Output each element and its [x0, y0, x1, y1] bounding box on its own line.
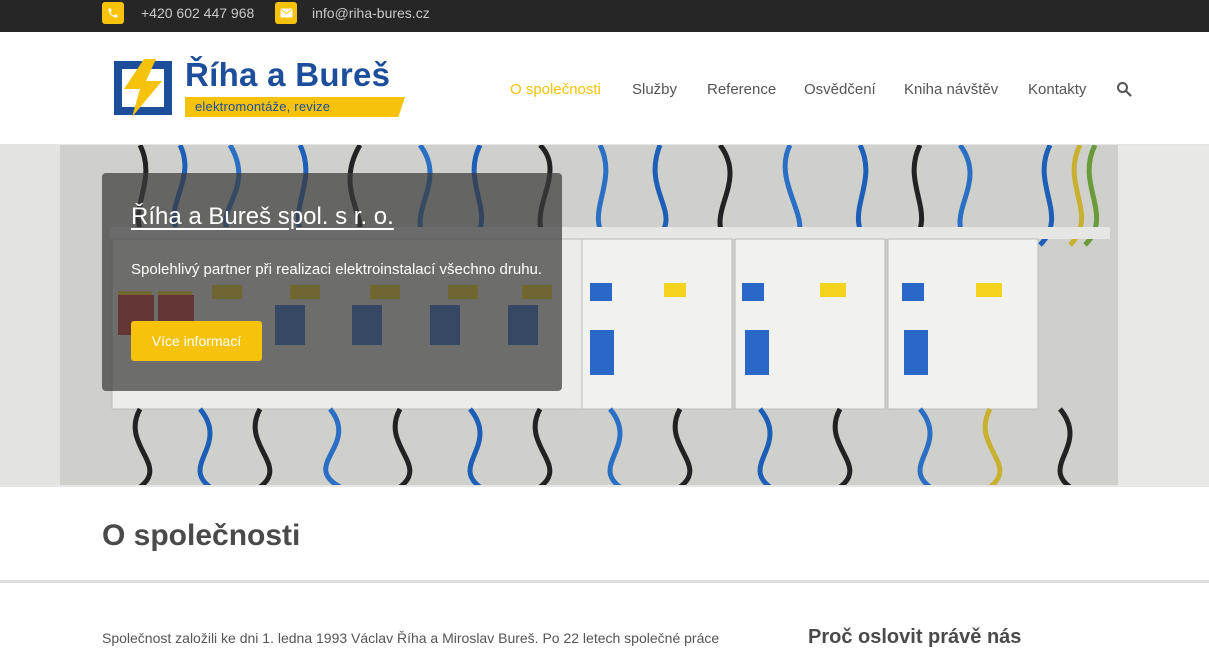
- logo-title: Říha a Bureš: [185, 56, 391, 93]
- nav-item-o-spolecnosti[interactable]: O společnosti: [510, 81, 601, 98]
- site-logo[interactable]: Říha a Bureš elektromontáže, revize: [110, 56, 410, 147]
- phone-icon: [102, 2, 124, 24]
- page-title: O společnosti: [102, 519, 301, 552]
- nav-item-kontakty[interactable]: Kontakty: [1028, 81, 1086, 98]
- search-icon[interactable]: [1116, 81, 1132, 97]
- hero-title[interactable]: Říha a Bureš spol. s r. o.: [131, 203, 394, 231]
- logo-subtitle: elektromontáže, revize: [195, 99, 331, 114]
- nav-item-kniha-navstev[interactable]: Kniha návštěv: [904, 81, 998, 98]
- envelope-icon: [275, 2, 297, 24]
- hero-subtitle: Spolehlivý partner při realizaci elektro…: [131, 261, 543, 278]
- nav-item-sluzby[interactable]: Služby: [632, 81, 677, 98]
- sidebar-heading: Proč oslovit právě nás: [808, 626, 1022, 648]
- top-bar: +420 602 447 968 info@riha-bures.cz: [0, 0, 1209, 32]
- nav-item-osvedceni[interactable]: Osvědčení: [804, 81, 876, 98]
- more-info-button[interactable]: Více informací: [131, 321, 262, 361]
- intro-paragraph: Společnost založili ke dni 1. ledna 1993…: [102, 630, 720, 646]
- page-title-section: O společnosti: [0, 487, 1209, 583]
- lightning-bolt-icon: [114, 59, 172, 117]
- phone-number[interactable]: +420 602 447 968: [141, 5, 254, 21]
- nav-item-reference[interactable]: Reference: [707, 81, 776, 98]
- email-link[interactable]: info@riha-bures.cz: [312, 5, 430, 21]
- hero-banner: Říha a Bureš spol. s r. o. Spolehlivý pa…: [0, 145, 1209, 487]
- site-header: Říha a Bureš elektromontáže, revize O sp…: [0, 32, 1209, 145]
